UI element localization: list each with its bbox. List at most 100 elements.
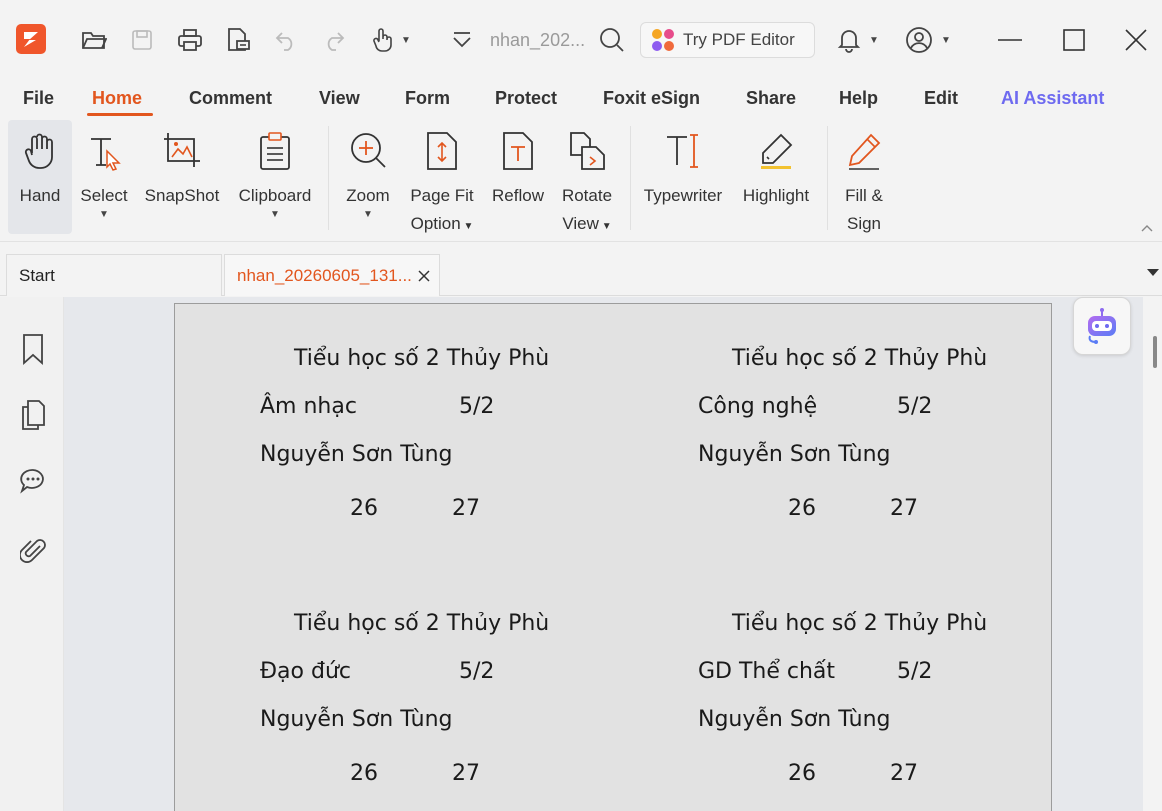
navigation-panel (0, 297, 75, 811)
tab-start[interactable]: Start (6, 254, 222, 296)
chevron-down-icon: ▼ (270, 209, 280, 220)
label-school: Tiểu học số 2 Thủy Phù (732, 611, 988, 636)
document-properties-icon[interactable] (220, 22, 256, 58)
apps-grid-icon (651, 28, 675, 52)
touch-mode-dropdown[interactable]: ▼ (366, 22, 416, 58)
print-icon[interactable] (172, 22, 208, 58)
close-tab-icon[interactable] (417, 269, 431, 283)
try-pdf-editor-label: Try PDF Editor (683, 30, 795, 49)
hand-label: Hand (19, 186, 61, 205)
label-number-1: 26 (788, 496, 816, 521)
label-subject: GD Thể chất (698, 659, 836, 684)
ribbon-divider (328, 126, 329, 230)
save-icon[interactable] (124, 22, 160, 58)
tab-document[interactable]: nhan_20260605_131... (224, 254, 440, 296)
redo-icon[interactable] (316, 22, 352, 58)
fill-sign-label-1: Fill & (845, 186, 883, 205)
label-number-2: 27 (452, 761, 480, 786)
select-text-icon (74, 120, 134, 182)
tab-form[interactable]: Form (405, 88, 450, 109)
account-button[interactable]: ▼ (898, 22, 958, 58)
label-teacher: Nguyễn Sơn Tùng (260, 707, 453, 732)
maximize-button[interactable] (1050, 20, 1098, 60)
chevron-down-icon: ▼ (460, 221, 474, 232)
rotate-view-icon (557, 120, 617, 182)
label-number-1: 26 (350, 496, 378, 521)
typewriter-icon (653, 120, 713, 182)
page-fit-option-button[interactable]: Page Fit Option ▼ (404, 120, 480, 241)
tab-file[interactable]: File (23, 88, 54, 109)
tab-edit[interactable]: Edit (924, 88, 958, 109)
zoom-button[interactable]: Zoom ▼ (338, 120, 398, 220)
chevron-down-icon: ▼ (598, 221, 612, 232)
tab-protect[interactable]: Protect (495, 88, 557, 109)
comments-icon[interactable] (18, 463, 48, 499)
search-icon[interactable] (594, 22, 630, 58)
undo-icon[interactable] (268, 22, 304, 58)
fill-sign-button[interactable]: Fill & Sign (834, 120, 894, 238)
snapshot-button[interactable]: SnapShot (142, 120, 222, 210)
open-folder-icon[interactable] (76, 22, 112, 58)
bookmark-icon[interactable] (18, 331, 48, 367)
select-tool-button[interactable]: Select ▼ (74, 120, 134, 220)
document-tab-strip: Start nhan_20260605_131... (0, 242, 1162, 296)
close-window-button[interactable] (1112, 20, 1160, 60)
try-pdf-editor-button[interactable]: Try PDF Editor (640, 22, 815, 58)
tab-comment[interactable]: Comment (189, 88, 272, 109)
snapshot-label: SnapShot (144, 186, 220, 205)
user-avatar-icon (906, 27, 932, 53)
pdf-page: Tiểu học số 2 Thủy Phù Âm nhạc 5/2 Nguyễ… (174, 303, 1052, 811)
tab-home[interactable]: Home (92, 88, 142, 109)
scrollbar-thumb[interactable] (1153, 336, 1157, 368)
tab-foxit-esign[interactable]: Foxit eSign (603, 88, 700, 109)
tab-list-dropdown-icon[interactable] (1146, 264, 1160, 282)
hand-tool-button[interactable]: Hand (10, 120, 70, 210)
tab-share[interactable]: Share (746, 88, 796, 109)
rotate-view-label: View ▼ (562, 210, 611, 241)
chevron-down-icon: ▼ (401, 34, 411, 46)
pages-thumbnails-icon[interactable] (18, 397, 48, 433)
minimize-button[interactable] (986, 20, 1034, 60)
label-number-1: 26 (350, 761, 378, 786)
chevron-down-icon: ▼ (363, 209, 373, 220)
label-subject: Công nghệ (698, 394, 818, 419)
label-teacher: Nguyễn Sơn Tùng (698, 707, 891, 732)
attachment-icon[interactable] (18, 533, 48, 569)
label-school: Tiểu học số 2 Thủy Phù (294, 611, 550, 636)
typewriter-label: Typewriter (643, 186, 723, 205)
chevron-down-icon: ▼ (869, 34, 879, 46)
clipboard-button[interactable]: Clipboard ▼ (234, 120, 316, 220)
label-teacher: Nguyễn Sơn Tùng (698, 442, 891, 467)
tab-start-label: Start (19, 265, 55, 285)
page-fit-icon (412, 120, 472, 182)
label-school: Tiểu học số 2 Thủy Phù (294, 346, 550, 371)
zoom-in-icon (338, 120, 398, 182)
title-bar: ▼ nhan_202... Try PDF Editor ▼ ▼ (0, 0, 1162, 78)
tab-ai-assistant[interactable]: AI Assistant (1001, 88, 1104, 109)
zoom-label: Zoom (346, 186, 390, 205)
ribbon-divider (630, 126, 631, 230)
rotate-label: Rotate (561, 186, 613, 205)
tab-help[interactable]: Help (839, 88, 878, 109)
collapse-ribbon-icon[interactable] (1140, 220, 1158, 238)
label-teacher: Nguyễn Sơn Tùng (260, 442, 453, 467)
reflow-button[interactable]: Reflow (488, 120, 548, 210)
fill-sign-pen-icon (834, 120, 894, 182)
rotate-view-button[interactable]: Rotate View ▼ (556, 120, 618, 241)
tab-view[interactable]: View (319, 88, 360, 109)
select-label: Select (80, 186, 128, 205)
vertical-scrollbar[interactable] (1143, 297, 1162, 811)
highlight-button[interactable]: Highlight (736, 120, 816, 210)
label-number-2: 27 (890, 496, 918, 521)
ai-assistant-button[interactable] (1073, 297, 1131, 355)
tab-document-label: nhan_20260605_131... (237, 265, 412, 285)
quick-access-dropdown-icon[interactable] (448, 24, 476, 56)
notifications-button[interactable]: ▼ (828, 22, 888, 58)
label-class: 5/2 (897, 659, 933, 684)
label-class: 5/2 (459, 394, 495, 419)
label-subject: Đạo đức (260, 659, 351, 684)
ribbon-divider (827, 126, 828, 230)
label-class: 5/2 (897, 394, 933, 419)
foxit-logo-icon (16, 24, 46, 54)
typewriter-button[interactable]: Typewriter (640, 120, 726, 210)
